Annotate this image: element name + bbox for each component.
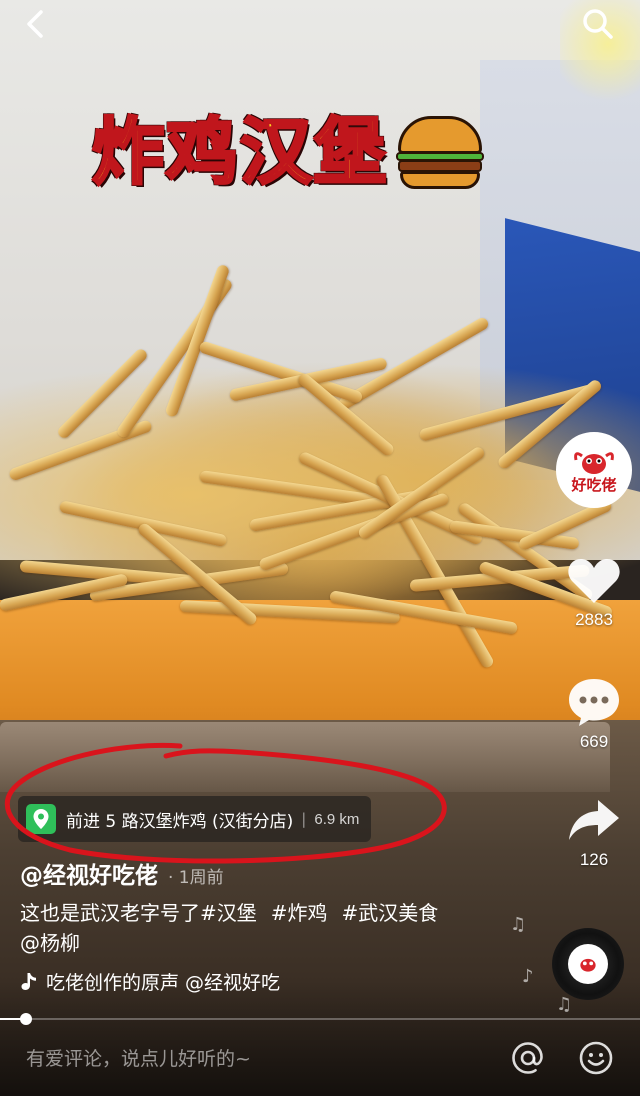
comment-bubble-icon — [569, 679, 619, 726]
post-caption: 这也是武汉老字号了#汉堡 #炸鸡 #武汉美食 @杨柳 — [20, 898, 520, 958]
share-arrow-icon — [569, 800, 619, 840]
overlay-title-text: 炸鸡汉堡 — [90, 110, 389, 194]
back-button[interactable] — [18, 6, 54, 42]
music-disc-button[interactable] — [552, 928, 624, 1000]
search-button[interactable] — [580, 6, 616, 42]
mention-link[interactable]: @杨柳 — [20, 931, 80, 955]
caption-text: 这也是武汉老字号了 — [20, 901, 200, 925]
crawfish-logo-icon — [580, 958, 596, 972]
tiktok-note-icon — [21, 972, 36, 990]
comment-bar[interactable]: 有爱评论，说点儿好听的~ — [0, 1024, 640, 1096]
hashtag-link[interactable]: #汉堡 — [200, 901, 257, 925]
at-sign-icon — [512, 1042, 543, 1074]
music-row[interactable]: 吃佬创作的原声 @经视好吃 — [20, 968, 366, 995]
comment-button[interactable]: 669 — [558, 676, 630, 752]
location-name: 前进 5 路汉堡炸鸡 (汉街分店) — [66, 811, 294, 832]
comment-input-placeholder[interactable]: 有爱评论，说点儿好听的~ — [26, 1044, 251, 1071]
location-separator: | — [301, 810, 307, 828]
music-note-icon: ♫ — [556, 994, 573, 1015]
video-title-overlay: 炸鸡汉堡 — [90, 104, 486, 200]
lower-box-rim — [0, 722, 610, 792]
creator-avatar[interactable]: 好吃佬 — [556, 432, 632, 508]
location-distance: 6.9 km — [314, 810, 360, 828]
chevron-left-icon — [27, 10, 43, 38]
video-screen[interactable]: 炸鸡汉堡 好吃佬 2883 669 126 ♫ ♪ ♫ 前进 5 路汉堡炸鸡 (… — [0, 0, 640, 1096]
avatar-label: 好吃佬 — [571, 475, 617, 494]
mention-button[interactable] — [508, 1038, 548, 1078]
emoji-button[interactable] — [576, 1038, 616, 1078]
post-time: · 1周前 — [168, 868, 224, 888]
music-note-icon: ♪ — [522, 966, 534, 987]
heart-icon — [568, 558, 620, 603]
like-count: 2883 — [575, 610, 613, 629]
comment-count: 669 — [579, 732, 609, 751]
share-count: 126 — [579, 850, 609, 869]
video-progress-bar[interactable] — [0, 1013, 640, 1025]
hashtag-link[interactable]: #武汉美食 — [342, 901, 439, 925]
burger-emoji-icon — [394, 110, 486, 194]
smiley-face-icon — [579, 1041, 613, 1075]
author-name[interactable]: @经视好吃佬 — [20, 856, 158, 890]
hashtag-link[interactable]: #炸鸡 — [271, 901, 328, 925]
music-title: 吃佬创作的原声 @经视好吃 — [46, 972, 281, 994]
share-button[interactable]: 126 — [558, 796, 630, 870]
music-disc-cover — [568, 944, 608, 984]
like-button[interactable]: 2883 — [558, 556, 630, 630]
search-icon — [583, 9, 613, 39]
author-row: @经视好吃佬 · 1周前 — [20, 856, 224, 890]
location-pin-icon — [26, 804, 56, 834]
location-chip[interactable]: 前进 5 路汉堡炸鸡 (汉街分店) | 6.9 km — [18, 796, 372, 842]
